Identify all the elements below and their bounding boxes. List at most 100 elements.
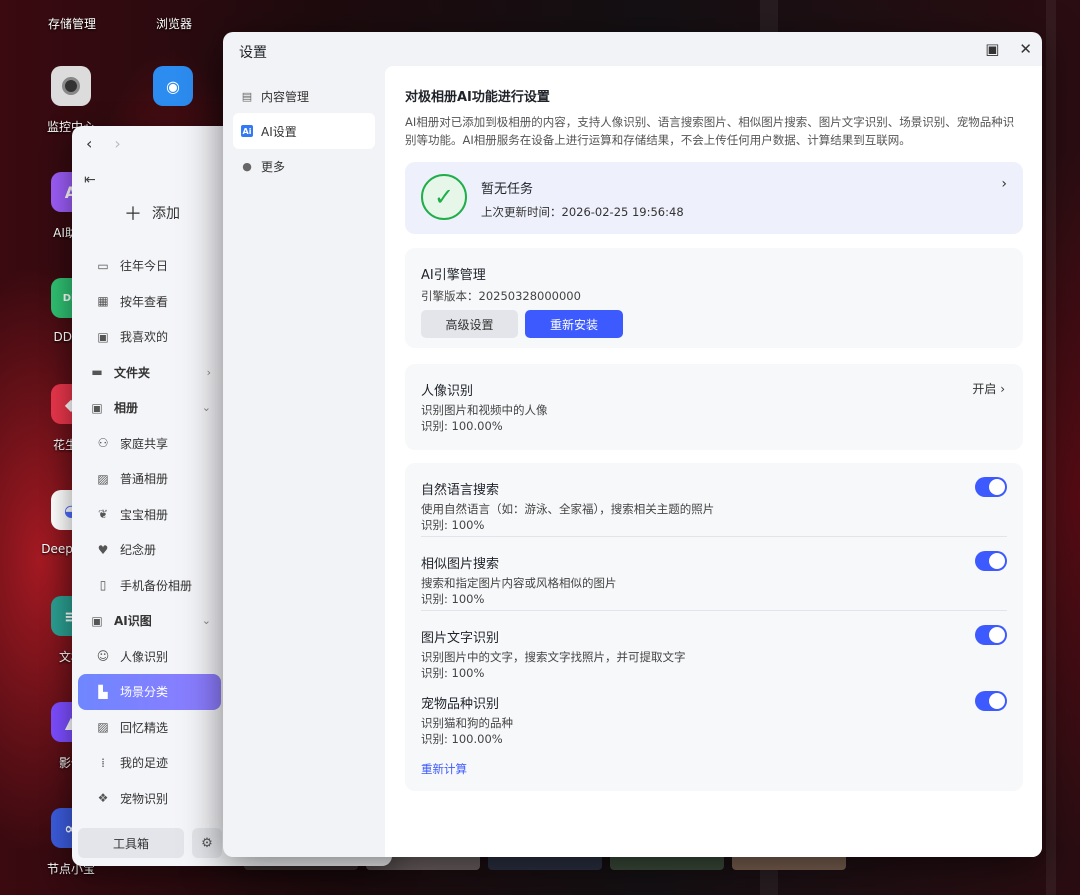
sidebar-item-label: 家庭共享: [120, 436, 169, 451]
desktop-icon-monitor[interactable]: 监控中心: [31, 66, 111, 135]
sidebar-item[interactable]: ⚇ 家庭共享: [78, 426, 221, 462]
sidebar-item-label: 文件夹: [114, 365, 151, 380]
add-button-label: 添加: [152, 206, 180, 222]
close-icon[interactable]: ✕: [1019, 40, 1032, 58]
baby-icon: ❦: [97, 507, 109, 522]
sidebar-item-label: 我喜欢的: [120, 330, 169, 345]
chevron-icon: ⌄: [201, 614, 211, 628]
nav-more[interactable]: ● 更多: [233, 148, 375, 184]
sidebar-item[interactable]: ❖ 宠物识别: [78, 781, 221, 817]
engine-version: 引擎版本：20250328000000: [421, 289, 581, 303]
engine-title: AI引擎管理: [421, 268, 486, 283]
feature-similar-image: 相似图片搜索 搜索和指定图片内容或风格相似的图片 识别: 100%: [405, 537, 1023, 611]
family-icon: ⚇: [97, 436, 109, 451]
memory-icon: ▨: [97, 720, 109, 735]
page-title: 对极相册AI功能进行设置: [405, 90, 550, 105]
feature-desc: 识别猫和狗的品种: [421, 716, 513, 730]
sidebar-item[interactable]: ▙ 场景分类: [78, 674, 221, 710]
last-update-time: 上次更新时间：2026-02-25 19:56:48: [481, 205, 684, 219]
ai-image-icon: ▣: [91, 613, 103, 628]
sidebar-item[interactable]: ▨ 普通相册: [78, 461, 221, 497]
sidebar-item[interactable]: ⁞ 我的足迹: [78, 745, 221, 781]
collapse-sidebar-icon[interactable]: ⇤: [84, 172, 96, 188]
favorite-icon: ▣: [97, 329, 109, 344]
sidebar-item-label: 宠物识别: [120, 791, 169, 806]
window-controls: ▣ ✕: [985, 40, 1032, 58]
photo-icon: ▨: [97, 471, 109, 486]
nav-label: 内容管理: [261, 89, 310, 104]
feature-title: 图片文字识别: [421, 631, 500, 646]
similar-image-toggle[interactable]: [975, 551, 1007, 571]
sidebar-item-label: 宝宝相册: [120, 507, 169, 522]
settings-sidebar: ▤ 内容管理 Ai AI设置 ● 更多: [223, 66, 385, 857]
sidebar-item[interactable]: ▣ 我喜欢的: [78, 319, 221, 355]
face-title: 人像识别: [421, 384, 474, 399]
sidebar-item[interactable]: ▨ 回忆精选: [78, 710, 221, 746]
face-desc: 识别图片和视频中的人像: [421, 403, 548, 417]
desktop-label-storage[interactable]: 存储管理: [48, 15, 96, 32]
chevron-right-icon: ›: [1001, 176, 1007, 192]
feature-text-recognition: 图片文字识别 识别图片中的文字，搜索文字找照片，并可提取文字 识别: 100%: [405, 611, 1023, 685]
recalculate-link[interactable]: 重新计算: [421, 761, 467, 777]
phone-icon: ▯: [99, 578, 107, 593]
nav-ai-settings[interactable]: Ai AI设置: [233, 113, 375, 149]
sidebar-item[interactable]: ▯ 手机备份相册: [78, 568, 221, 604]
feature-rate: 识别: 100%: [421, 592, 485, 606]
sidebar-item-label: 人像识别: [120, 649, 169, 664]
feature-pet-breed: 宠物品种识别 识别猫和狗的品种 识别: 100.00%: [405, 685, 1023, 759]
sidebar-item[interactable]: ▦ 按年查看: [78, 284, 221, 320]
nav-buttons: ‹ ›: [86, 134, 121, 153]
maximize-icon[interactable]: ▣: [985, 40, 999, 58]
sidebar-item[interactable]: ▣ AI识图 ⌄: [78, 603, 221, 639]
reinstall-button[interactable]: 重新安装: [525, 310, 623, 338]
forward-icon[interactable]: ›: [114, 134, 120, 153]
settings-window: 设置 ▣ ✕ ▤ 内容管理 Ai AI设置 ● 更多 对极相册AI功能进行设置 …: [223, 32, 1042, 857]
sidebar-item-label: 往年今日: [120, 259, 169, 274]
heart-icon: ♥: [97, 542, 109, 557]
task-status-card[interactable]: ✓ 暂无任务 上次更新时间：2026-02-25 19:56:48 ›: [405, 162, 1023, 234]
face-rate: 识别: 100.00%: [421, 419, 503, 433]
nav-label: AI设置: [261, 124, 297, 139]
year-icon: ▦: [97, 294, 109, 309]
face-recognition-card[interactable]: 人像识别 识别图片和视频中的人像 识别: 100.00% 开启 ›: [405, 364, 1023, 450]
sidebar-item[interactable]: ▭ 往年今日: [78, 248, 221, 284]
scene-icon: ▙: [98, 684, 108, 699]
nav-label: 更多: [261, 159, 286, 174]
toolbox-button[interactable]: 工具箱: [78, 828, 184, 858]
text-recognition-toggle[interactable]: [975, 625, 1007, 645]
status-title: 暂无任务: [481, 182, 534, 197]
footprint-icon: ⁞: [101, 755, 105, 770]
photo-thumbnail: [610, 856, 724, 870]
chevron-icon: ›: [206, 365, 211, 379]
photo-thumbnail: [732, 856, 846, 870]
feature-desc: 搜索和指定图片内容或风格相似的图片: [421, 576, 617, 590]
face-state-label: 开启: [972, 382, 997, 396]
natural-language-toggle[interactable]: [975, 477, 1007, 497]
check-icon: ✓: [421, 174, 467, 220]
add-button[interactable]: ＋ 添加: [124, 200, 180, 226]
document-icon: ▤: [241, 89, 253, 103]
calendar-icon: ▭: [97, 258, 109, 273]
sidebar-item[interactable]: ☺ 人像识别: [78, 639, 221, 675]
sidebar-item[interactable]: ▣ 相册 ⌄: [78, 390, 221, 426]
advanced-settings-button[interactable]: 高级设置: [421, 310, 518, 338]
sidebar-item-label: AI识图: [114, 614, 152, 629]
sidebar-item[interactable]: ♥ 纪念册: [78, 532, 221, 568]
pet-breed-toggle[interactable]: [975, 691, 1007, 711]
plus-icon: ＋: [124, 204, 142, 225]
sidebar-item-label: 按年查看: [120, 294, 169, 309]
desktop-icon-browser[interactable]: ◉: [133, 66, 213, 106]
settings-main: 对极相册AI功能进行设置 AI相册对已添加到极相册的内容，支持人像识别、语言搜索…: [385, 66, 1042, 857]
feature-desc: 识别图片中的文字，搜索文字找照片，并可提取文字: [421, 650, 686, 664]
gear-icon[interactable]: ⚙: [192, 828, 222, 858]
sidebar-item-label: 相册: [114, 401, 139, 416]
sidebar-item-label: 手机备份相册: [120, 578, 193, 593]
nav-content-management[interactable]: ▤ 内容管理: [233, 78, 375, 114]
sidebar-item[interactable]: ▬ 文件夹 ›: [78, 355, 221, 391]
feature-natural-language: 自然语言搜索 使用自然语言（如：游泳、全家福），搜索相关主题的照片 识别: 10…: [405, 463, 1023, 537]
sidebar-item-label: 普通相册: [120, 472, 169, 487]
desktop-label-browser[interactable]: 浏览器: [156, 15, 192, 32]
sidebar-item[interactable]: ❦ 宝宝相册: [78, 497, 221, 533]
feature-title: 宠物品种识别: [421, 697, 500, 712]
back-icon[interactable]: ‹: [86, 134, 92, 153]
